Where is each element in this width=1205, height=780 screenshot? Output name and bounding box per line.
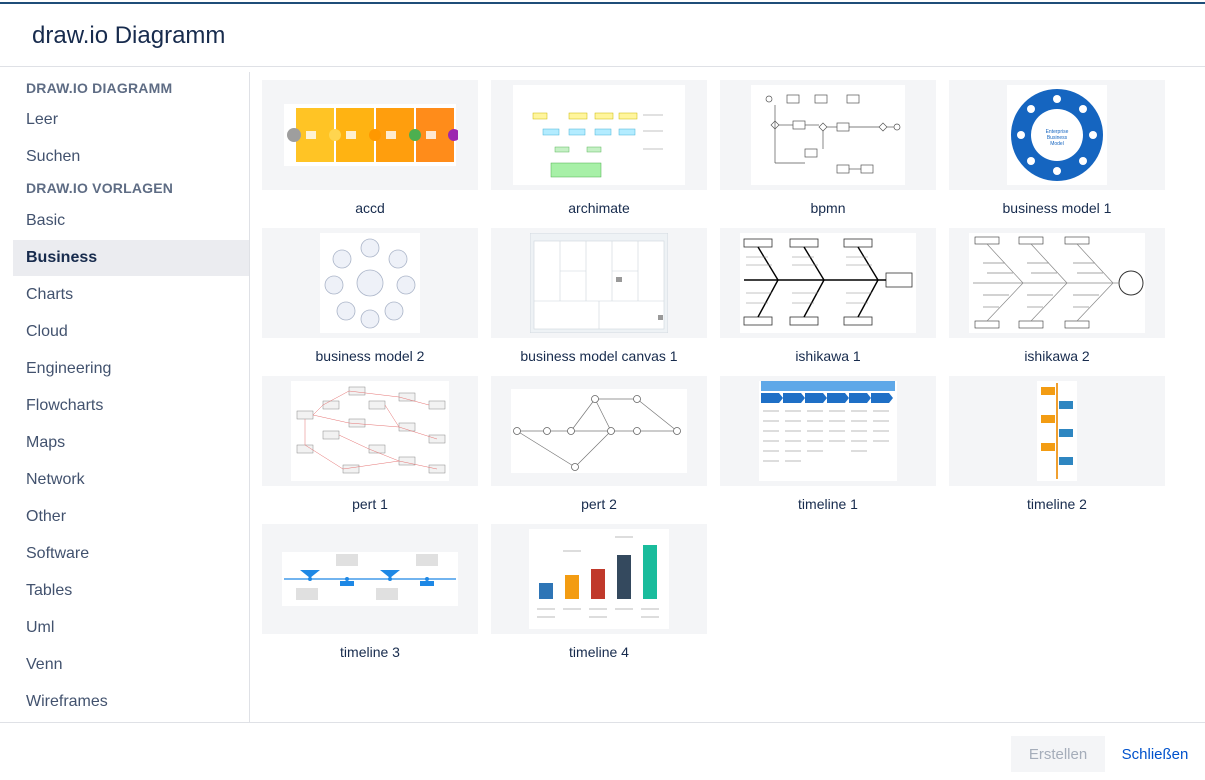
svg-text:Model: Model [1050,141,1064,147]
sidebar-item-maps[interactable]: Maps [13,425,249,461]
template-card-accd[interactable]: accd [262,72,478,216]
template-grid: accd archimate bpmn Enterprise Business … [251,72,1205,722]
ishikawa-2-thumbnail [949,228,1165,338]
sidebar-item-business[interactable]: Business [13,240,249,276]
template-label: bpmn [810,200,846,216]
template-label: timeline 3 [340,644,400,660]
footer-divider [0,722,1205,723]
pert-1-thumbnail [262,376,478,486]
title-divider [0,66,1205,67]
timeline-2-thumbnail [949,376,1165,486]
template-card-pert-1[interactable]: pert 1 [262,368,478,512]
template-card-timeline-4[interactable]: timeline 4 [491,516,707,660]
create-button[interactable]: Erstellen [1011,736,1105,772]
sidebar-item-flowcharts[interactable]: Flowcharts [13,388,249,424]
sidebar-item-other[interactable]: Other [13,499,249,535]
template-card-timeline-2[interactable]: timeline 2 [949,368,1165,512]
sidebar-item-network[interactable]: Network [13,462,249,498]
template-label: archimate [568,200,630,216]
sidebar-item-uml[interactable]: Uml [13,610,249,646]
category-sidebar: DRAW.IO DIAGRAMM Leer Suchen DRAW.IO VOR… [10,72,250,722]
sidebar-item-engineering[interactable]: Engineering [13,351,249,387]
template-card-timeline-3[interactable]: timeline 3 [262,516,478,660]
bpmn-thumbnail [720,80,936,190]
sidebar-item-venn[interactable]: Venn [13,647,249,683]
sidebar-item-suchen[interactable]: Suchen [13,139,249,175]
template-label: business model canvas 1 [520,348,678,364]
dialog-title: draw.io Diagramm [32,22,226,49]
template-label: ishikawa 2 [1024,348,1090,364]
template-label: timeline 2 [1027,496,1087,512]
template-label: ishikawa 1 [795,348,861,364]
template-card-business-model-1[interactable]: Enterprise Business Model business model… [949,72,1165,216]
business-model-canvas-thumbnail [491,228,707,338]
ishikawa-1-thumbnail [720,228,936,338]
close-button[interactable]: Schließen [1110,736,1200,772]
sidebar-item-leer[interactable]: Leer [13,102,249,138]
sidebar-item-software[interactable]: Software [13,536,249,572]
template-card-business-model-2[interactable]: business model 2 [262,220,478,364]
template-label: timeline 1 [798,496,858,512]
pert-2-thumbnail [491,376,707,486]
template-card-timeline-1[interactable]: timeline 1 [720,368,936,512]
template-label: pert 1 [352,496,388,512]
sidebar-item-cloud[interactable]: Cloud [13,314,249,350]
template-label: pert 2 [581,496,617,512]
template-card-ishikawa-2[interactable]: ishikawa 2 [949,220,1165,364]
template-label: timeline 4 [569,644,629,660]
sidebar-item-basic[interactable]: Basic [13,203,249,239]
template-label: accd [355,200,385,216]
top-accent-bar [0,0,1205,4]
business-model-1-thumbnail: Enterprise Business Model [949,80,1165,190]
sidebar-item-tables[interactable]: Tables [13,573,249,609]
sidebar-section-templates: DRAW.IO VORLAGEN [26,180,174,196]
template-card-business-model-canvas-1[interactable]: business model canvas 1 [491,220,707,364]
sidebar-section-diagram: DRAW.IO DIAGRAMM [26,80,173,96]
template-card-ishikawa-1[interactable]: ishikawa 1 [720,220,936,364]
timeline-1-thumbnail [720,376,936,486]
business-model-2-thumbnail [262,228,478,338]
template-card-archimate[interactable]: archimate [491,72,707,216]
sidebar-item-wireframes[interactable]: Wireframes [13,684,249,720]
sidebar-item-charts[interactable]: Charts [13,277,249,313]
template-card-pert-2[interactable]: pert 2 [491,368,707,512]
timeline-3-thumbnail [262,524,478,634]
template-label: business model 2 [315,348,425,364]
template-label: business model 1 [1002,200,1112,216]
timeline-4-thumbnail [491,524,707,634]
accd-thumbnail [262,80,478,190]
archimate-thumbnail [491,80,707,190]
template-card-bpmn[interactable]: bpmn [720,72,936,216]
